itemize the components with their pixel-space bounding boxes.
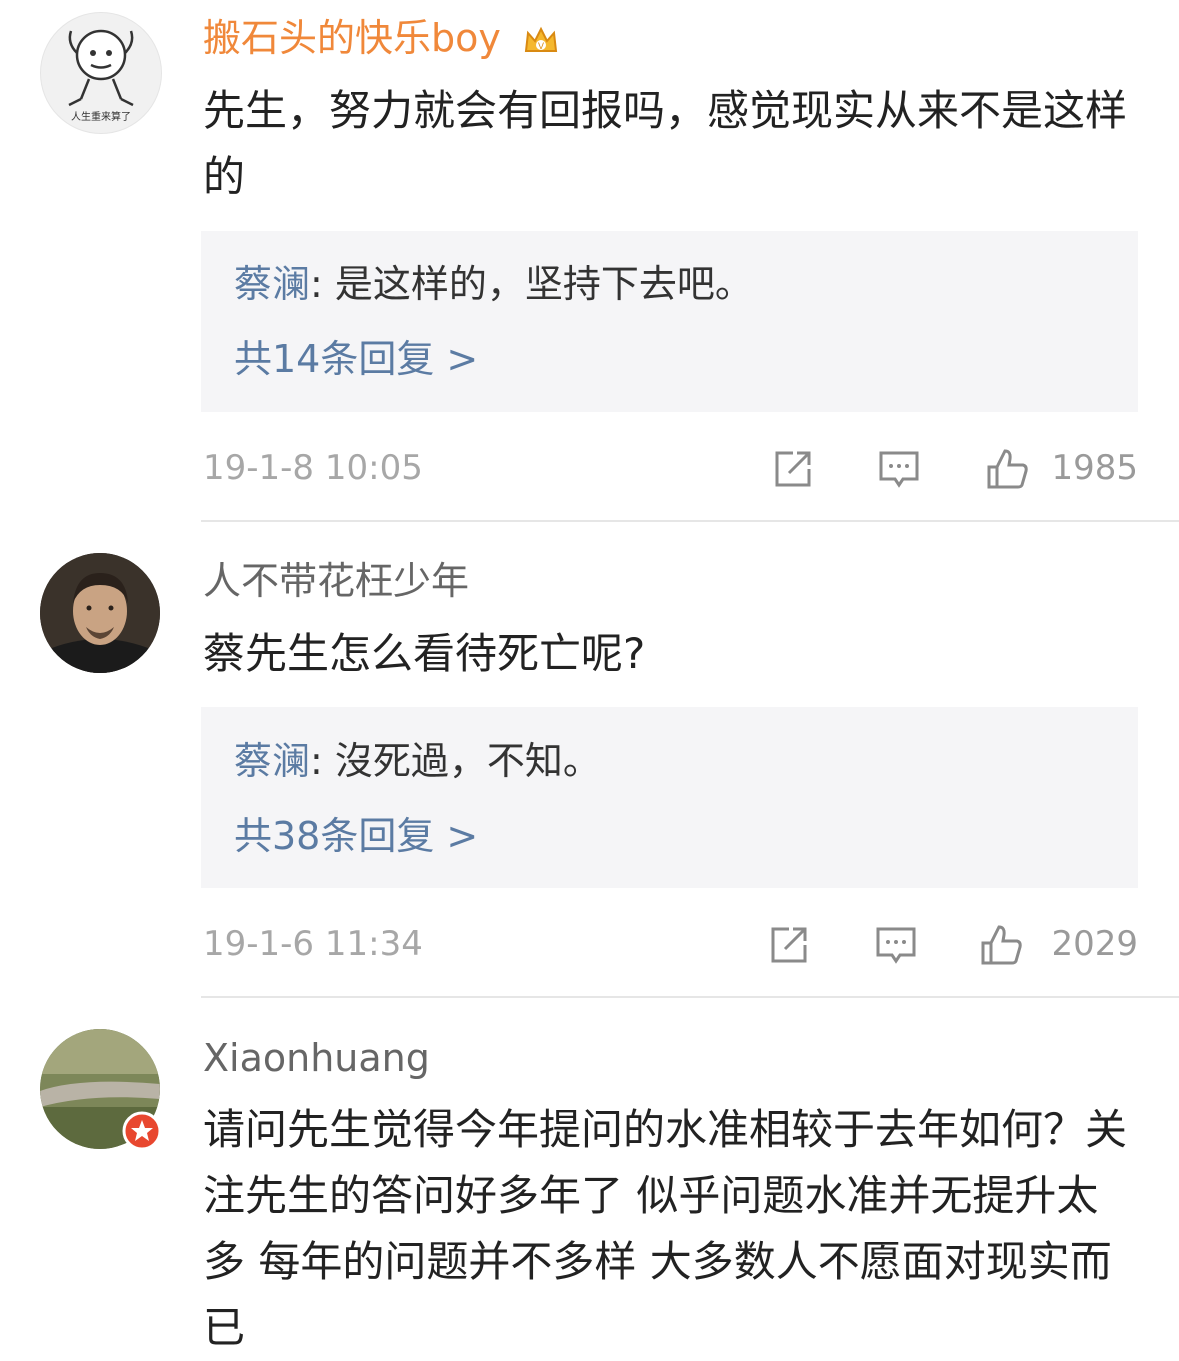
reply-preview[interactable]: 蔡澜: 沒死過，不知。 共38条回复 > (201, 707, 1138, 888)
reply-text: : 沒死過，不知。 (310, 739, 601, 783)
avatar[interactable]: 人生重来算了 (40, 12, 162, 134)
avatar-caption: 人生重来算了 (71, 112, 131, 123)
share-icon[interactable] (767, 923, 811, 967)
reply-author[interactable]: 蔡澜 (234, 739, 310, 783)
username-text: 搬石头的快乐boy (203, 16, 501, 60)
svg-text:V: V (538, 41, 544, 51)
username[interactable]: 搬石头的快乐boy V (203, 14, 561, 62)
comment-icon[interactable] (877, 447, 921, 491)
divider (201, 520, 1179, 522)
comment-text: 蔡先生怎么看待死亡呢? (203, 629, 646, 678)
comment-icon[interactable] (874, 923, 918, 967)
comment-text: 先生，努力就会有回报吗，感觉现实从来不是这样的 (203, 86, 1128, 201)
reply-count-link[interactable]: 共14条回复 > (234, 335, 478, 383)
verified-badge-icon (122, 1111, 162, 1151)
avatar[interactable] (40, 553, 160, 673)
reply-preview[interactable]: 蔡澜: 是这样的，坚持下去吧。 共14条回复 > (201, 231, 1138, 412)
vip-crown-icon: V (524, 26, 558, 52)
divider (201, 996, 1179, 998)
comment-text: 请问先生觉得今年提问的水准相较于去年如何？关注先生的答问好多年了 似乎问题水准并… (203, 1105, 1128, 1352)
timestamp: 19-1-6 11:34 (203, 924, 423, 964)
comment-meta: 19-1-8 10:05 1985 (203, 443, 1138, 493)
reply-count-link[interactable]: 共38条回复 > (234, 812, 478, 860)
reply-line: 蔡澜: 沒死過，不知。 (234, 737, 601, 785)
like-count[interactable]: 1985 (1051, 443, 1138, 493)
comment-meta: 19-1-6 11:34 2029 (203, 919, 1138, 969)
reply-line: 蔡澜: 是这样的，坚持下去吧。 (234, 260, 753, 308)
like-icon[interactable] (979, 923, 1023, 967)
username[interactable]: 人不带花枉少年 (203, 557, 469, 605)
timestamp: 19-1-8 10:05 (203, 448, 423, 488)
like-count[interactable]: 2029 (1051, 919, 1138, 969)
reply-author[interactable]: 蔡澜 (234, 262, 310, 306)
username[interactable]: Xiaonhuang (203, 1034, 430, 1082)
like-icon[interactable] (985, 447, 1029, 491)
reply-text: : 是这样的，坚持下去吧。 (310, 262, 753, 306)
share-icon[interactable] (771, 447, 815, 491)
portrait-avatar-icon (40, 553, 160, 673)
avatar[interactable] (40, 1029, 162, 1151)
